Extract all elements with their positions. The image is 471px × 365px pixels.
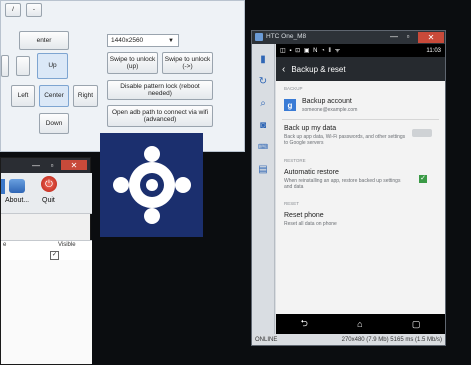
emulator-statusbar: ONLINE 270x480 (7.9 Mb) 5165 ms (1.5 Mb/… [252,334,445,346]
disable-pattern-lock-button[interactable]: Disable pattern lock (reboot needed) [107,80,213,100]
minimize-icon[interactable]: — [388,32,400,43]
backup-data-title[interactable]: Back up my data [284,125,336,132]
dpad-spacer-button[interactable] [16,56,30,76]
emulator-title: HTC One_M8 [266,33,307,40]
swipe-unlock-up-label: Swipe to unlock (up) [109,55,156,70]
device-icon[interactable]: ▮ [256,52,270,66]
back-arrow-icon[interactable]: ‹ [282,64,285,75]
transfer-info: 270x480 (7.9 Mb) 5165 ms (1.5 Mb/s) [341,337,442,343]
reset-phone-title[interactable]: Reset phone [284,212,324,219]
dpad-edge-button[interactable] [1,55,9,77]
auto-restore-checkbox[interactable]: ✓ [419,175,427,183]
backup-data-toggle[interactable] [412,129,432,137]
status-time: 11:03 [426,47,441,54]
status-icons: ◫ ▪ ⊡ ▣ N ◔ ⦀ ᯤ [280,48,342,54]
camera-icon[interactable]: ◙ [256,118,270,132]
backup-data-desc: Back up app data, Wi-Fi passwords, and o… [284,134,406,146]
swipe-unlock-right-label: Swipe to unlock (->) [164,55,211,70]
disable-pattern-lock-label: Disable pattern lock (reboot needed) [120,82,200,97]
recent-apps-icon[interactable]: ▢ [412,319,421,330]
misc-button-1[interactable]: / [5,3,21,17]
phone-screen: ◫ ▪ ⊡ ▣ N ◔ ⦀ ᯤ 11:03 ‹ Backup & reset B… [276,44,445,334]
enter-label: enter [36,36,52,44]
open-adb-button[interactable]: Open adb path to connect via wifi (advan… [107,105,213,127]
window-icon [255,33,263,41]
secondary-titlebar: — ▫ ✕ [1,158,90,173]
dpad-up-button[interactable]: Up [37,53,68,79]
back-icon[interactable]: ⮌ [301,316,308,332]
column-header-1: e [3,242,7,248]
control-panel-window: / - enter 1440x2560 ▼ Up Swipe to unlock… [0,0,245,152]
auto-restore-desc: When reinstalling an app, restore backed… [284,178,401,190]
nav-bar: ⮌ ⌂ ▢ [276,314,445,334]
minimize-icon[interactable]: — [29,160,43,170]
settings-list: BACKUP g Backup account someone@example.… [276,81,445,314]
visible-checkbox[interactable]: ✓ [50,251,59,260]
logo-graphic [113,146,191,224]
misc-button-2[interactable]: - [26,3,42,17]
refresh-icon[interactable]: ↻ [256,74,270,88]
dpad-down-button[interactable]: Down [39,113,69,134]
dpad-left-button[interactable]: Left [11,85,35,107]
file-icon[interactable]: ▤ [256,162,270,176]
backup-account-email: someone@example.com [302,107,358,113]
toolbar: About... ⏻ Quit [1,173,92,214]
enter-button[interactable]: enter [19,31,69,50]
screen-title: Backup & reset [291,64,346,74]
about-icon[interactable] [9,179,25,193]
column-header-visible: Visible [58,242,76,248]
resolution-select[interactable]: 1440x2560 ▼ [107,34,179,47]
power-icon[interactable]: ⏻ [41,176,57,192]
open-adb-label: Open adb path to connect via wifi (advan… [111,108,209,123]
home-icon[interactable]: ⌂ [357,319,362,329]
maximize-icon[interactable]: ▫ [402,32,414,43]
swipe-unlock-right-button[interactable]: Swipe to unlock (->) [162,52,213,74]
dpad-center-label: Center [44,92,64,100]
close-icon[interactable]: ✕ [61,160,87,170]
emulator-titlebar: HTC One_M8 — ▫ ✕ [252,31,445,44]
dpad-left-label: Left [17,92,29,100]
misc-button-2-label: - [32,6,36,14]
connection-status: ONLINE [255,337,278,343]
emulator-toolbar: ▮ ↻ ⌕ ◙ ⌨ ▤ [252,44,275,334]
resolution-value: 1440x2560 [111,37,144,44]
dpad-up-label: Up [48,62,57,70]
action-bar: ‹ Backup & reset [276,57,445,81]
misc-button-1-label: / [12,6,14,14]
dpad-right-label: Right [77,92,94,100]
section-restore: RESTORE [284,158,306,163]
section-backup: BACKUP [284,86,303,91]
close-icon[interactable]: ✕ [418,32,444,43]
status-bar: ◫ ▪ ⊡ ▣ N ◔ ⦀ ᯤ 11:03 [276,44,445,57]
dpad-right-button[interactable]: Right [73,85,98,107]
backup-account-title[interactable]: Backup account [302,98,352,105]
section-reset: RESET [284,201,300,206]
keyboard-icon[interactable]: ⌨ [256,140,270,154]
list-body [1,260,92,364]
auto-restore-title[interactable]: Automatic restore [284,169,339,176]
dpad-down-label: Down [45,119,63,127]
divider [282,119,439,120]
chevron-down-icon: ▼ [168,37,174,44]
quit-label[interactable]: Quit [42,197,55,204]
maximize-icon[interactable]: ▫ [45,160,59,170]
reset-phone-desc: Reset all data on phone [284,221,337,227]
dpad-center-button[interactable]: Center [39,85,69,107]
app-logo [100,133,203,237]
emulator-window: HTC One_M8 — ▫ ✕ ▮ ↻ ⌕ ◙ ⌨ ▤ ◫ ▪ ⊡ ▣ N ◔… [251,30,446,346]
about-label[interactable]: About... [5,197,29,204]
google-icon: g [284,99,296,111]
search-icon[interactable]: ⌕ [256,96,270,110]
secondary-window: — ▫ ✕ About... ⏻ Quit e Visible ✓ [0,157,92,365]
swipe-unlock-up-button[interactable]: Swipe to unlock (up) [107,52,158,74]
toolbar-edge-icon [1,179,5,194]
